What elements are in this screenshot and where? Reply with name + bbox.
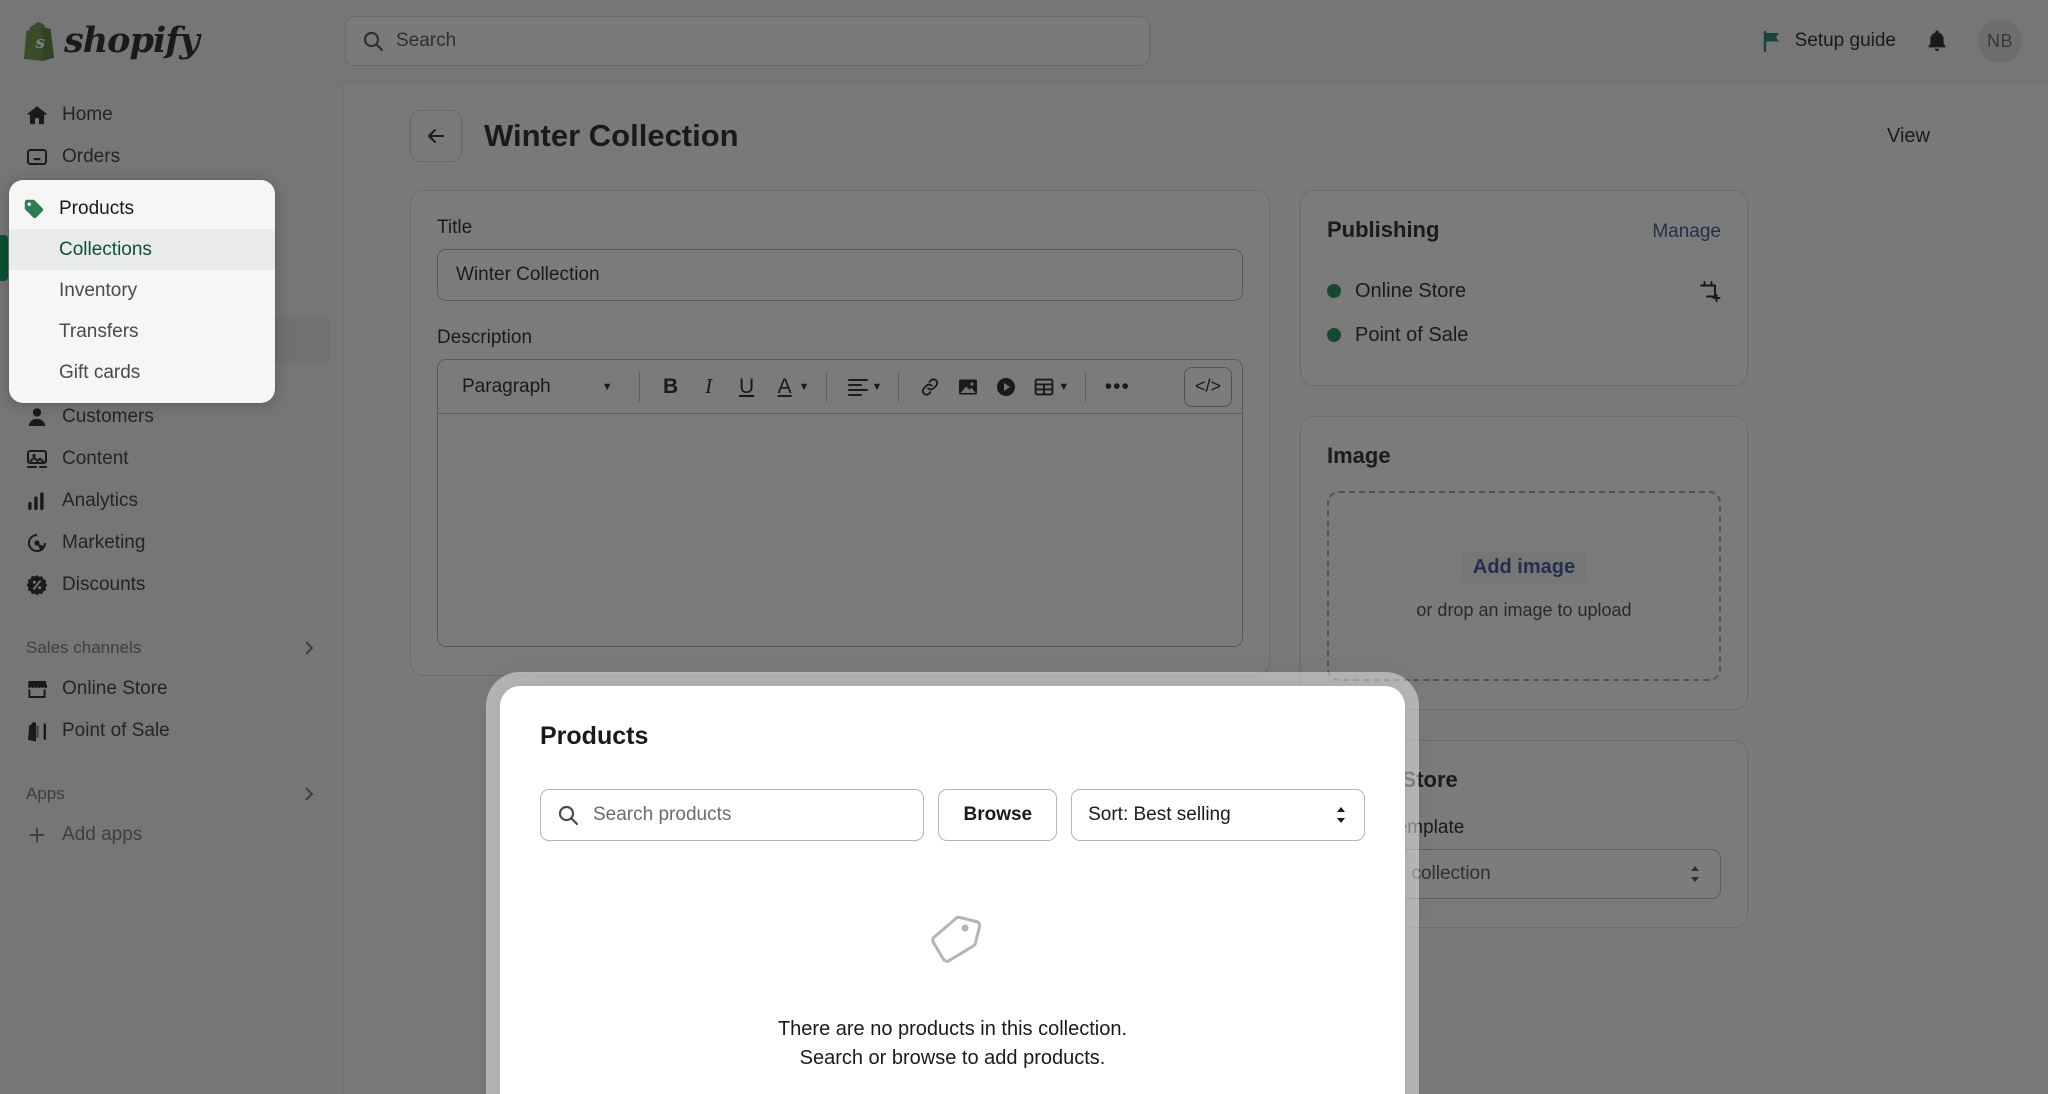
sort-select[interactable]: Sort: Best selling <box>1071 789 1365 841</box>
popover-item-label: Collections <box>59 238 152 260</box>
popover-item-inventory[interactable]: Inventory <box>9 270 275 311</box>
product-search-placeholder: Search products <box>593 804 732 825</box>
products-modal-title: Products <box>540 722 649 750</box>
products-empty-message: There are no products in this collection… <box>778 1015 1127 1073</box>
browse-button[interactable]: Browse <box>938 789 1058 841</box>
sidebar-active-indicator <box>0 235 8 281</box>
select-arrows-icon <box>1334 805 1348 825</box>
sort-select-value: Sort: Best selling <box>1088 804 1231 825</box>
popover-item-label: Inventory <box>59 279 138 301</box>
popover-item-gift-cards[interactable]: Gift cards <box>9 352 275 393</box>
product-search-input[interactable]: Search products <box>540 789 925 841</box>
popover-item-collections[interactable]: Collections <box>9 229 275 270</box>
tag-icon <box>23 198 45 220</box>
search-icon <box>557 804 579 826</box>
popover-item-transfers[interactable]: Transfers <box>9 311 275 352</box>
popover-item-label: Transfers <box>59 320 139 342</box>
empty-line-2: Search or browse to add products. <box>799 1047 1106 1069</box>
products-empty-state: There are no products in this collection… <box>540 911 1365 1073</box>
empty-line-1: There are no products in this collection… <box>777 1018 1128 1040</box>
products-submenu-popover: Products Collections Inventory Transfers… <box>9 180 275 403</box>
products-modal: Products Search products Browse Sort: Be… <box>500 686 1405 1094</box>
products-modal-controls: Search products Browse Sort: Best sellin… <box>540 789 1365 841</box>
popover-item-products[interactable]: Products <box>9 188 275 229</box>
tag-outline-icon <box>922 911 984 973</box>
popover-item-label: Products <box>59 197 134 219</box>
popover-item-label: Gift cards <box>59 361 141 383</box>
